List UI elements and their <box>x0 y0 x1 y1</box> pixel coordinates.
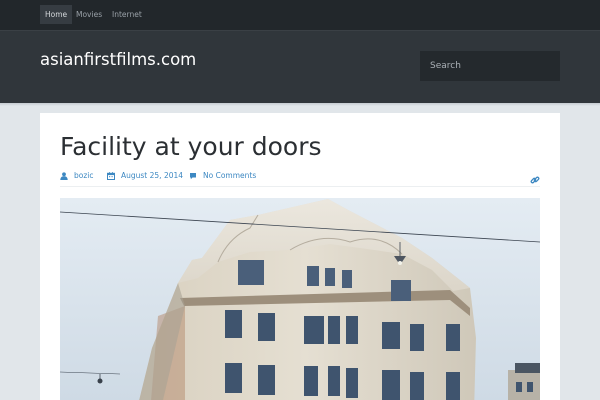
site-header: asianfirstfilms.com <box>0 30 600 103</box>
featured-image[interactable] <box>60 198 540 400</box>
post-comments-text: No Comments <box>203 171 257 180</box>
post-date[interactable]: August 25, 2014 <box>107 171 183 180</box>
calendar-icon <box>107 171 115 180</box>
post-card: Facility at your doors bozic August 25, … <box>40 113 560 400</box>
post-title[interactable]: Facility at your doors <box>60 132 322 161</box>
post-comments[interactable]: No Comments <box>189 171 256 180</box>
link-icon <box>530 176 540 184</box>
permalink-button[interactable] <box>530 170 540 189</box>
nav-item-home[interactable]: Home <box>40 5 73 24</box>
building-photo <box>60 198 540 400</box>
post-author-name: bozic <box>74 171 94 180</box>
post-author[interactable]: bozic <box>60 171 94 180</box>
comment-icon <box>190 172 196 179</box>
search-input[interactable] <box>420 51 560 81</box>
site-title[interactable]: asianfirstfilms.com <box>40 50 196 69</box>
user-icon <box>60 171 68 180</box>
top-navigation: Home Movies Internet <box>0 0 600 30</box>
header-shadow <box>0 103 600 106</box>
post-date-text: August 25, 2014 <box>121 171 184 180</box>
post-meta: bozic August 25, 2014 No Comments <box>60 170 540 187</box>
nav-item-internet[interactable]: Internet <box>107 5 147 24</box>
nav-item-movies[interactable]: Movies <box>71 5 107 24</box>
